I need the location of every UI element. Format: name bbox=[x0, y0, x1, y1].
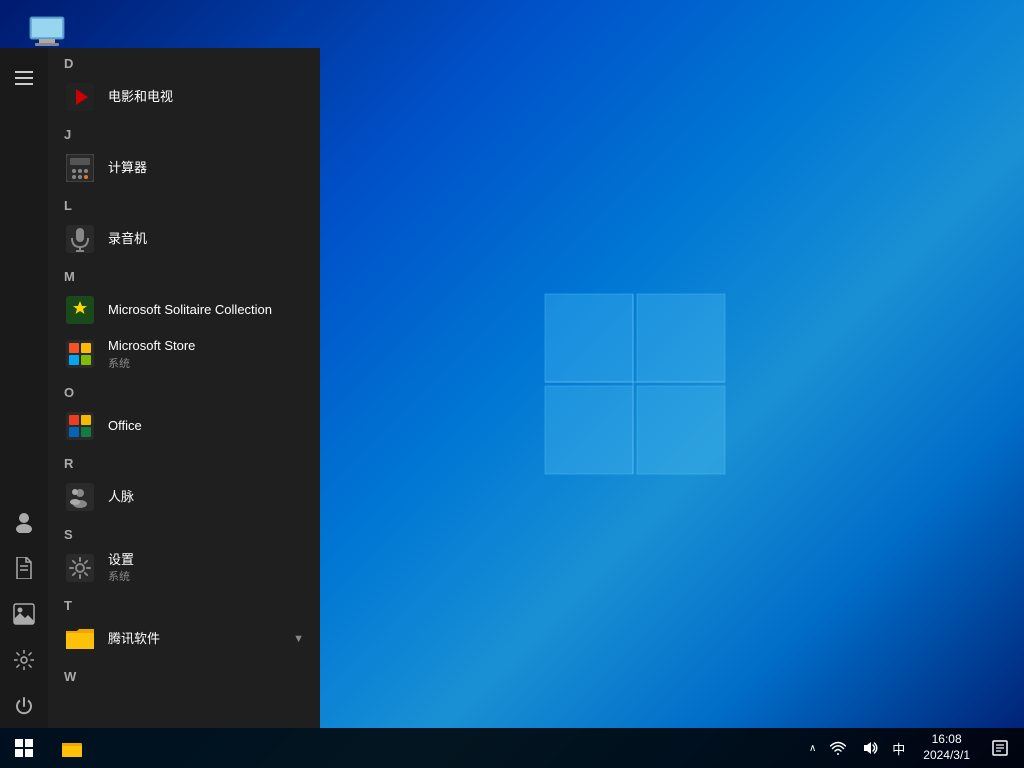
clock-date: 2024/3/1 bbox=[923, 748, 970, 764]
hamburger-icon bbox=[15, 71, 33, 85]
app-icon-calc bbox=[64, 152, 96, 184]
app-list: D 电影和电视 J 计算器 L 录音机 M Microsoft Solitaire Colle… bbox=[48, 48, 320, 728]
start-menu-sidebar bbox=[0, 48, 48, 728]
app-item-calc[interactable]: 计算器 bbox=[48, 146, 320, 190]
app-arrow-tencent: ▼ bbox=[293, 633, 304, 645]
tray-show-hidden-button[interactable]: ∧ bbox=[805, 743, 820, 754]
network-tray-icon[interactable] bbox=[824, 728, 852, 768]
volume-icon bbox=[862, 741, 878, 755]
app-item-recorder[interactable]: 录音机 bbox=[48, 217, 320, 261]
hamburger-menu-button[interactable] bbox=[0, 56, 48, 100]
section-letter-D: D bbox=[48, 48, 320, 75]
app-item-tencent[interactable]: 腾讯软件 ▼ bbox=[48, 617, 320, 661]
app-item-contacts[interactable]: 人脉 bbox=[48, 475, 320, 519]
section-letter-T: T bbox=[48, 590, 320, 617]
taskbar-file-explorer[interactable] bbox=[48, 728, 96, 768]
language-indicator[interactable]: 中 bbox=[888, 739, 909, 758]
app-icon-solitaire bbox=[64, 294, 96, 326]
app-name-contacts: 人脉 bbox=[108, 489, 134, 505]
section-letter-S: S bbox=[48, 519, 320, 546]
this-pc-icon bbox=[27, 15, 67, 51]
app-icon-tencent bbox=[64, 623, 96, 655]
power-icon bbox=[14, 696, 34, 716]
app-text-contacts: 人脉 bbox=[108, 489, 134, 505]
section-letter-R: R bbox=[48, 448, 320, 475]
desktop: 此电脑 bbox=[0, 0, 1024, 768]
power-button[interactable] bbox=[0, 684, 48, 728]
app-text-store: Microsoft Store系统 bbox=[108, 338, 195, 371]
app-text-settings: 设置系统 bbox=[108, 552, 134, 585]
app-text-solitaire: Microsoft Solitaire Collection bbox=[108, 302, 272, 318]
windows-logo-desktop bbox=[535, 284, 735, 484]
app-text-tencent: 腾讯软件 bbox=[108, 631, 160, 647]
app-name-solitaire: Microsoft Solitaire Collection bbox=[108, 302, 272, 318]
app-item-settings[interactable]: 设置系统 bbox=[48, 546, 320, 591]
section-letter-L: L bbox=[48, 190, 320, 217]
app-icon-settings bbox=[64, 552, 96, 584]
app-name-movie: 电影和电视 bbox=[108, 89, 173, 105]
app-text-calc: 计算器 bbox=[108, 160, 147, 176]
volume-tray-icon[interactable] bbox=[856, 728, 884, 768]
app-item-solitaire[interactable]: Microsoft Solitaire Collection bbox=[48, 288, 320, 332]
start-button[interactable] bbox=[0, 728, 48, 768]
app-icon-office bbox=[64, 410, 96, 442]
app-name-recorder: 录音机 bbox=[108, 231, 147, 247]
network-icon bbox=[830, 741, 846, 755]
section-letter-O: O bbox=[48, 377, 320, 404]
photos-icon bbox=[13, 603, 35, 625]
notification-button[interactable] bbox=[984, 728, 1016, 768]
photos-button[interactable] bbox=[0, 592, 48, 636]
app-subtitle-store: 系统 bbox=[108, 355, 195, 371]
system-tray: ∧ 中 16 bbox=[805, 728, 1024, 768]
app-name-tencent: 腾讯软件 bbox=[108, 631, 160, 647]
app-icon-contacts bbox=[64, 481, 96, 513]
app-item-store[interactable]: Microsoft Store系统 bbox=[48, 332, 320, 377]
user-icon bbox=[13, 511, 35, 533]
start-button-icon bbox=[15, 739, 33, 757]
sidebar-settings-button[interactable] bbox=[0, 638, 48, 682]
app-item-movie[interactable]: 电影和电视 bbox=[48, 75, 320, 119]
taskbar: ∧ 中 16 bbox=[0, 728, 1024, 768]
clock-time: 16:08 bbox=[932, 732, 962, 748]
app-icon-recorder bbox=[64, 223, 96, 255]
app-name-calc: 计算器 bbox=[108, 160, 147, 176]
document-icon bbox=[15, 557, 33, 579]
start-menu: D 电影和电视 J 计算器 L 录音机 M Microsoft Solitaire Colle… bbox=[0, 48, 320, 728]
app-icon-store bbox=[64, 338, 96, 370]
app-subtitle-settings: 系统 bbox=[108, 568, 134, 584]
app-text-movie: 电影和电视 bbox=[108, 89, 173, 105]
app-name-office: Office bbox=[108, 418, 142, 434]
app-name-store: Microsoft Store bbox=[108, 338, 195, 354]
app-icon-movie bbox=[64, 81, 96, 113]
clock-area[interactable]: 16:08 2024/3/1 bbox=[913, 728, 980, 768]
section-letter-W: W bbox=[48, 661, 320, 688]
file-explorer-icon bbox=[61, 738, 83, 758]
user-profile-button[interactable] bbox=[0, 500, 48, 544]
app-text-recorder: 录音机 bbox=[108, 231, 147, 247]
documents-button[interactable] bbox=[0, 546, 48, 590]
app-text-office: Office bbox=[108, 418, 142, 434]
app-item-office[interactable]: Office bbox=[48, 404, 320, 448]
section-letter-M: M bbox=[48, 261, 320, 288]
settings-icon-sidebar bbox=[14, 650, 34, 670]
app-name-settings: 设置 bbox=[108, 552, 134, 568]
section-letter-J: J bbox=[48, 119, 320, 146]
notification-icon bbox=[992, 740, 1008, 756]
